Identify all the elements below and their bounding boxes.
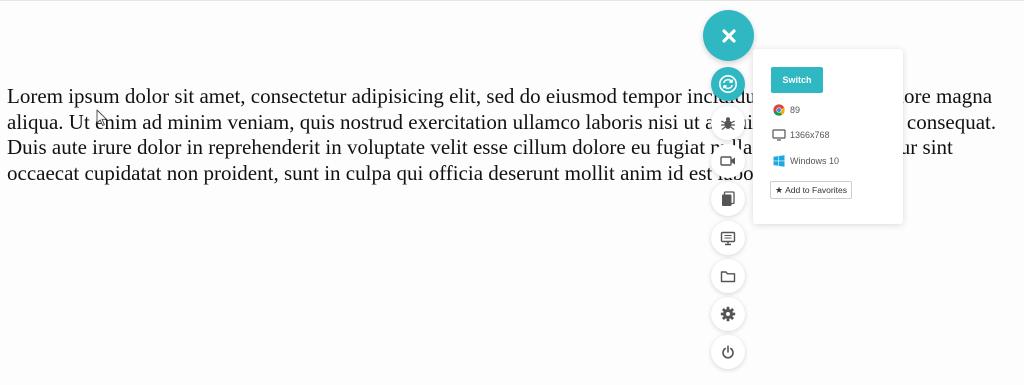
record-video-button[interactable] [711,144,745,178]
star-icon: ★ [775,184,784,195]
close-toolbar-button[interactable] [703,10,754,61]
monitor-icon [720,231,736,245]
resolution-text: 1366x768 [790,130,830,140]
browser-version-row: 89 [771,102,800,118]
gear-icon [720,306,736,322]
switch-button[interactable]: Switch [771,67,823,93]
power-button[interactable] [711,335,745,369]
gallery-icon [722,191,735,206]
monitor-icon [771,129,786,142]
screenshot-button[interactable] [711,182,745,216]
resolution-button[interactable] [711,221,745,255]
resolution-row: 1366x768 [771,127,830,143]
add-to-favorites-label: Add to Favorites [785,185,847,195]
files-button[interactable] [711,259,745,293]
power-icon [722,344,734,359]
close-icon [721,28,736,43]
browser-info-panel: Switch 89 1366x768 Windows 10 ★ Add to F… [753,49,903,224]
bug-report-button[interactable] [711,106,745,140]
mouse-cursor-icon [96,109,107,126]
os-row: Windows 10 [771,153,839,169]
add-to-favorites-button[interactable]: ★ Add to Favorites [770,181,852,199]
folder-icon [720,270,736,282]
os-text: Windows 10 [790,156,840,166]
settings-button[interactable] [711,297,745,331]
windows-icon [771,155,786,168]
browser-version-text: 89 [790,105,801,115]
switch-browser-button[interactable] [711,67,745,101]
top-divider [0,0,1024,1]
sync-icon [719,75,737,93]
video-camera-icon [720,156,735,166]
bug-icon [720,117,736,130]
chrome-icon [771,104,786,117]
